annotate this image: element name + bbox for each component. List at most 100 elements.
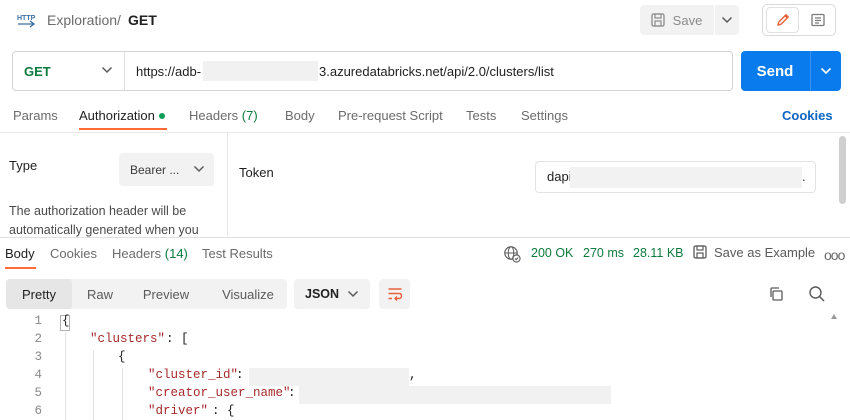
code-text: , <box>409 368 417 382</box>
code-line: 3 { <box>0 350 830 368</box>
save-icon <box>651 13 665 27</box>
response-tab-headers[interactable]: Headers (14) <box>112 246 188 261</box>
chevron-down-icon <box>193 165 205 173</box>
response-tab-headers-count: (14) <box>164 246 188 261</box>
breadcrumb-parent[interactable]: Exploration <box>47 12 117 28</box>
svg-text:HTTP: HTTP <box>17 15 36 22</box>
method-label: GET <box>24 63 51 79</box>
auth-description-line1: The authorization header will be <box>9 204 187 218</box>
response-format-select[interactable]: JSON <box>294 279 370 309</box>
wrap-lines-icon <box>388 288 402 301</box>
token-value-prefix: dapi <box>547 169 572 184</box>
code-text: { <box>62 314 70 328</box>
chevron-down-icon <box>101 66 113 74</box>
response-format-value: JSON <box>305 287 340 301</box>
save-icon <box>693 245 707 259</box>
chevron-down-icon <box>721 16 733 24</box>
send-button-group: Send <box>741 51 841 91</box>
token-input[interactable]: dapi . <box>535 161 816 193</box>
response-status[interactable]: 200 OK <box>531 246 573 260</box>
breadcrumb-current[interactable]: GET <box>128 12 157 28</box>
view-mode-toggle <box>762 4 836 36</box>
view-raw-button[interactable]: Raw <box>76 279 124 309</box>
line-number: 3 <box>34 350 42 364</box>
save-as-example-label: Save as Example <box>714 244 816 260</box>
wrap-lines-button[interactable] <box>379 279 410 309</box>
json-key: "cluster_id" <box>148 368 239 382</box>
redacted-value <box>299 386 611 404</box>
url-redacted <box>203 61 318 81</box>
token-value-suffix: . <box>802 169 806 184</box>
response-tab-cookies[interactable]: Cookies <box>50 246 97 261</box>
tab-params[interactable]: Params <box>13 108 58 123</box>
line-number: 6 <box>34 404 42 418</box>
auth-type-select[interactable]: Bearer ... <box>119 153 214 186</box>
code-text: : <box>288 386 296 400</box>
more-options-icon[interactable]: ooo <box>824 247 845 263</box>
http-icon: HTTP <box>16 10 36 30</box>
code-text: : <box>236 368 244 382</box>
url-bar: GET https://adb- 3.azuredatabricks.net/a… <box>12 51 733 91</box>
response-tab-test-results[interactable]: Test Results <box>202 246 273 261</box>
save-button[interactable]: Save <box>640 5 712 35</box>
send-options-button[interactable] <box>810 51 841 91</box>
tab-headers-label: Headers <box>189 108 239 123</box>
code-line: 2 "clusters" : [ <box>0 332 830 350</box>
chevron-down-icon <box>347 290 359 298</box>
auth-description: The authorization header will be automat… <box>9 202 219 240</box>
search-icon[interactable] <box>808 285 826 306</box>
json-key: "creator_user_name" <box>148 386 291 400</box>
tab-headers-count: (7) <box>241 108 258 123</box>
auth-type-value: Bearer ... <box>130 162 180 177</box>
documentation-mode-button[interactable] <box>803 7 833 33</box>
response-active-underline <box>5 267 36 269</box>
auth-type-label: Type <box>9 158 38 173</box>
code-text: { <box>118 350 126 364</box>
response-divider <box>0 237 850 238</box>
line-number: 5 <box>34 386 42 400</box>
url-input[interactable]: https://adb- 3.azuredatabricks.net/api/2… <box>126 52 732 90</box>
cookies-link[interactable]: Cookies <box>782 108 833 123</box>
line-number: 2 <box>34 332 42 346</box>
code-text: : [ <box>166 332 189 346</box>
view-preview-button[interactable]: Preview <box>134 279 198 309</box>
save-as-example-button[interactable]: Save as Example <box>692 244 815 260</box>
method-select[interactable]: GET <box>13 52 125 90</box>
tab-body[interactable]: Body <box>285 108 315 123</box>
response-view-mode: Pretty Raw Preview Visualize <box>6 279 287 309</box>
response-body-code[interactable]: 1 { 2 "clusters" : [ 3 { 4 "cluster_id" … <box>0 314 830 420</box>
view-visualize-button[interactable]: Visualize <box>211 279 285 309</box>
token-redacted <box>570 167 802 188</box>
doc-icon <box>811 13 825 27</box>
json-key: "clusters" <box>90 332 166 346</box>
url-text-prefix: https://adb- <box>136 64 202 79</box>
view-pretty-button[interactable]: Pretty <box>6 279 72 309</box>
scroll-up-arrow[interactable] <box>831 314 837 319</box>
tab-tests[interactable]: Tests <box>466 108 496 123</box>
response-size[interactable]: 28.11 KB <box>633 246 684 260</box>
save-button-group: Save <box>640 5 739 35</box>
auth-scrollbar[interactable] <box>839 136 846 204</box>
response-time[interactable]: 270 ms <box>583 246 624 260</box>
tab-settings[interactable]: Settings <box>521 108 568 123</box>
tab-authorization[interactable]: Authorization <box>79 108 165 123</box>
line-number: 1 <box>34 314 42 328</box>
send-button[interactable]: Send <box>741 51 809 91</box>
json-key: "driver" <box>148 404 209 418</box>
response-tab-body[interactable]: Body <box>5 246 35 261</box>
copy-icon[interactable] <box>768 286 784 305</box>
code-line: 1 { <box>0 314 830 332</box>
active-indicator-dot <box>158 112 165 119</box>
edit-mode-button[interactable] <box>766 7 799 33</box>
redacted-value <box>249 368 409 386</box>
tab-authorization-label: Authorization <box>79 108 155 123</box>
code-line: 5 "creator_user_name" : <box>0 386 830 404</box>
tab-headers[interactable]: Headers (7) <box>189 108 258 123</box>
code-text: : { <box>212 404 235 418</box>
response-tab-headers-label: Headers <box>112 246 162 261</box>
tab-prerequest-script[interactable]: Pre-request Script <box>338 108 443 123</box>
save-options-button[interactable] <box>714 5 739 35</box>
globe-icon[interactable] <box>503 245 521 266</box>
pencil-icon <box>776 13 789 26</box>
active-tab-underline <box>79 128 167 130</box>
